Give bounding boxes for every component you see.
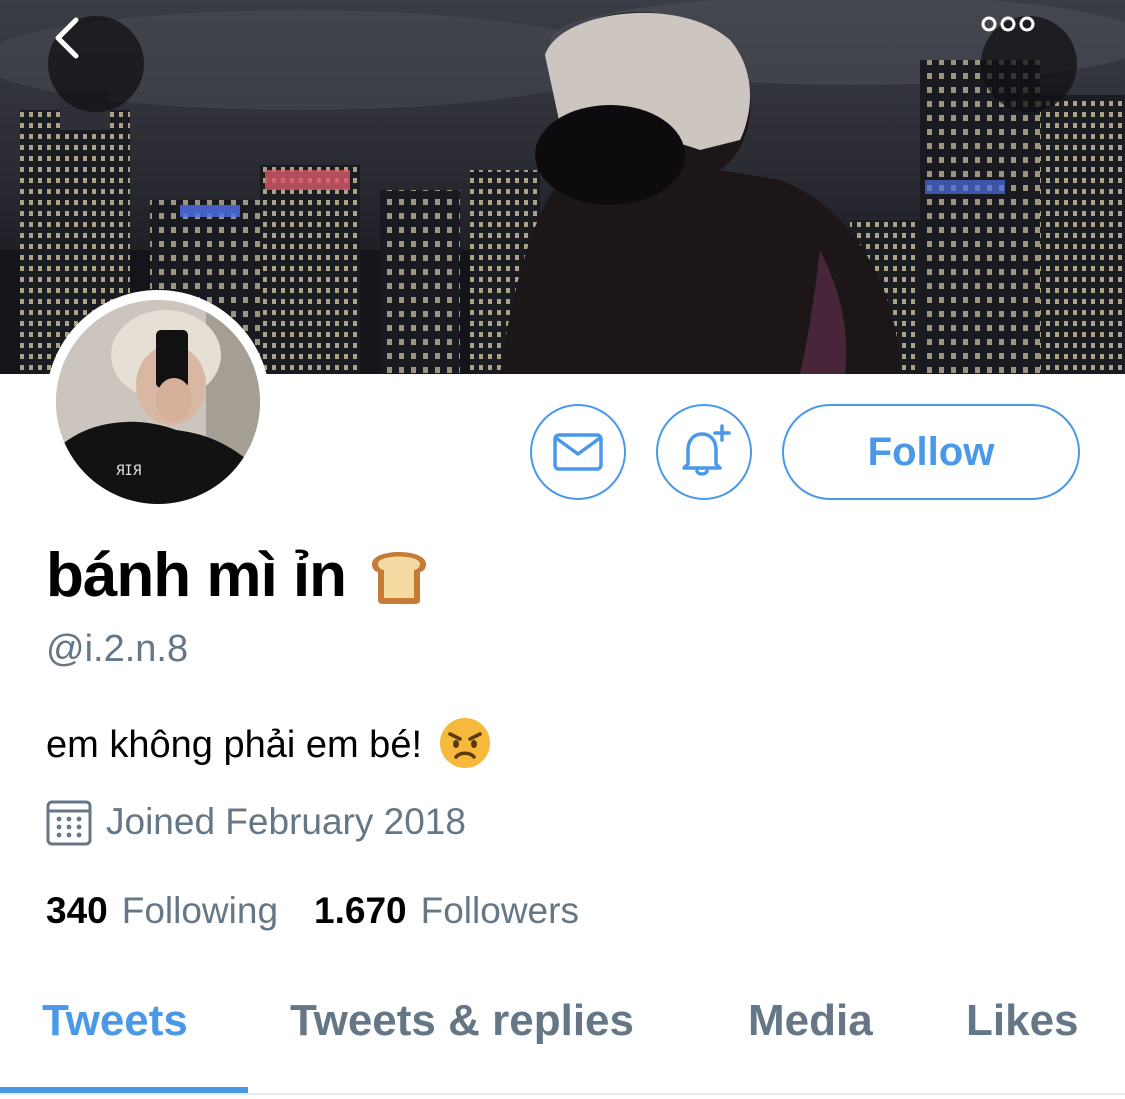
bell-plus-icon — [682, 424, 731, 476]
envelope-icon — [553, 433, 603, 471]
tab-media[interactable]: Media — [748, 996, 873, 1046]
more-options-button[interactable] — [981, 16, 1077, 112]
back-button[interactable] — [48, 16, 144, 112]
avatar[interactable]: ЯIЯ — [46, 290, 270, 514]
svg-text:ЯIЯ: ЯIЯ — [116, 463, 141, 479]
notifications-button[interactable] — [656, 404, 752, 500]
message-button[interactable] — [530, 404, 626, 500]
bread-emoji-icon — [366, 540, 432, 611]
bio-row: em không phải em bé! — [46, 716, 492, 775]
joined-date: Joined February 2018 — [106, 801, 466, 842]
tab-tweets[interactable]: Tweets — [42, 996, 188, 1046]
tabs-divider — [0, 1093, 1125, 1095]
profile-handle: @i.2.n.8 — [46, 628, 189, 670]
follow-stats: 340 Following 1.670 Followers — [46, 890, 579, 932]
following-label: Following — [121, 890, 279, 931]
followers-stat[interactable]: 1.670 Followers — [314, 890, 579, 932]
following-stat[interactable]: 340 Following — [46, 890, 278, 932]
chevron-left-icon — [55, 17, 79, 59]
followers-label: Followers — [420, 890, 579, 931]
tab-tweets-replies[interactable]: Tweets & replies — [290, 996, 634, 1046]
calendar-icon — [46, 800, 92, 846]
followers-count: 1.670 — [314, 890, 407, 931]
follow-button[interactable]: Follow — [782, 404, 1080, 500]
avatar-photo: ЯIЯ — [56, 300, 260, 504]
tab-likes[interactable]: Likes — [966, 996, 1079, 1046]
following-count: 340 — [46, 890, 108, 931]
profile-name-row: bánh mì ỉn — [46, 540, 432, 611]
profile-name: bánh mì ỉn — [46, 541, 347, 610]
angry-face-emoji-icon — [438, 716, 492, 775]
profile-tabs: Tweets Tweets & replies Media Likes — [0, 972, 1125, 1099]
joined-row: Joined February 2018 — [46, 798, 466, 846]
more-dots-icon — [981, 16, 1035, 32]
profile-bio: em không phải em bé! — [46, 724, 423, 766]
